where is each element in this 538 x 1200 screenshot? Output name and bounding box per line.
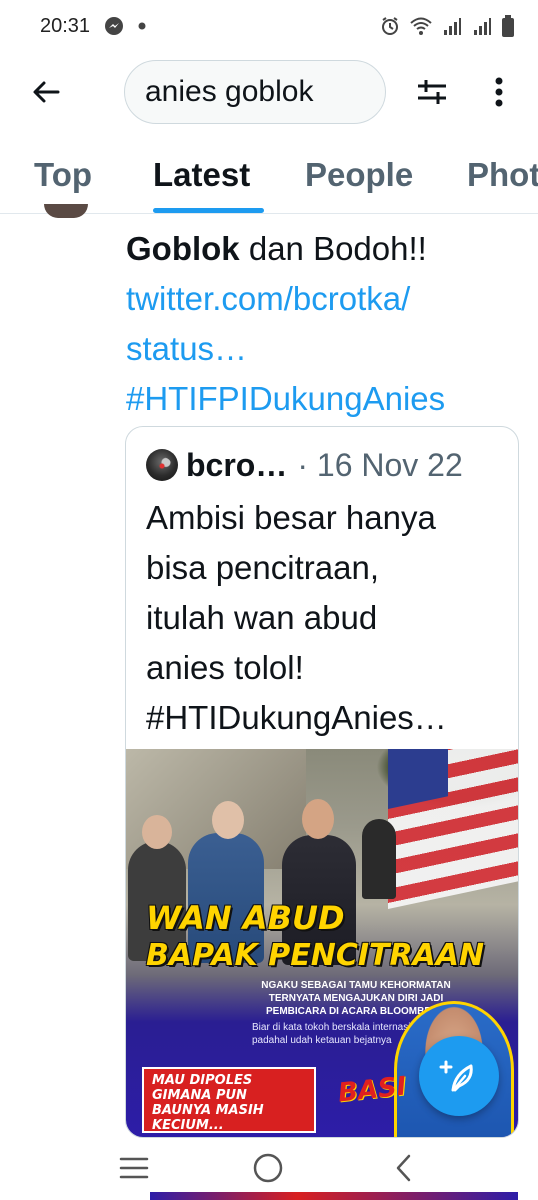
- battery-icon: [502, 15, 514, 37]
- messenger-icon: [104, 16, 124, 36]
- image-headline: WAN ABUD BAPAK PENCITRAAN: [146, 899, 484, 975]
- search-tabs: Top Latest People Photos: [0, 132, 538, 214]
- avatar[interactable]: [44, 204, 88, 218]
- active-tab-indicator: [153, 208, 264, 213]
- status-right-icons: [380, 15, 514, 37]
- tweet-text-rest: dan Bodoh!!: [239, 230, 427, 267]
- tab-photos[interactable]: Photos: [467, 156, 538, 194]
- image-subtitle-line: TERNYATA MENGAJUKAN DIRI JADI: [268, 993, 444, 1004]
- recents-button[interactable]: [114, 1148, 154, 1188]
- search-filter-button[interactable]: [412, 72, 452, 112]
- tweet-text-bold: Goblok: [126, 230, 240, 267]
- image-person-head: [302, 799, 334, 839]
- image-person-head: [212, 801, 244, 839]
- tweet-text[interactable]: Goblok dan Bodoh!! twitter.com/bcrotka/ …: [126, 224, 526, 424]
- tab-top[interactable]: Top: [34, 156, 92, 194]
- status-time: 20:31: [40, 14, 91, 37]
- image-subtitle-line: NGAKU SEBAGAI TAMU KEHORMATAN: [261, 980, 451, 991]
- more-options-button[interactable]: [484, 72, 514, 112]
- image-red-box-line: KECIUM...: [152, 1118, 224, 1133]
- system-back-button[interactable]: [384, 1148, 424, 1188]
- search-header: anies goblok: [0, 52, 538, 132]
- quoted-tweet-header: bcro… · 16 Nov 22: [146, 445, 506, 485]
- quoted-tweet-text: Ambisi besar hanya bisa pencitraan, itul…: [146, 493, 506, 743]
- tweet-link-line2[interactable]: status…: [126, 324, 526, 374]
- quoted-line: itulah wan abud: [146, 599, 378, 636]
- sliders-icon: [418, 80, 446, 104]
- dot-icon: [138, 22, 146, 30]
- compose-tweet-button[interactable]: [419, 1036, 499, 1116]
- recents-icon: [119, 1157, 149, 1179]
- status-left-icons: [104, 16, 146, 36]
- image-red-box: MAU DIPOLES GIMANA PUN BAUNYA MASIH KECI…: [142, 1067, 316, 1133]
- back-button[interactable]: [26, 72, 66, 112]
- quoted-line: #HTIDukungAnies…: [146, 699, 447, 736]
- arrow-left-icon: [33, 81, 60, 103]
- compose-feather-icon: [439, 1060, 473, 1092]
- home-button[interactable]: [248, 1148, 288, 1188]
- search-query: anies goblok: [145, 75, 314, 108]
- home-circle-icon: [253, 1153, 283, 1183]
- quoted-line: anies tolol!: [146, 649, 304, 686]
- next-tweet-image-edge: [150, 1192, 518, 1200]
- search-input[interactable]: anies goblok: [124, 60, 386, 124]
- quoted-avatar: [146, 449, 178, 481]
- signal-icon: [472, 16, 492, 36]
- quoted-author-name: bcro…: [186, 446, 288, 483]
- image-person: [362, 819, 396, 899]
- quoted-line: Ambisi besar hanya: [146, 499, 436, 536]
- quoted-tweet-card[interactable]: bcro… · 16 Nov 22 Ambisi besar hanya bis…: [125, 426, 519, 1138]
- alarm-icon: [380, 16, 400, 36]
- image-headline-line1: WAN ABUD: [146, 899, 345, 937]
- quoted-date: · 16 Nov 22: [297, 446, 463, 483]
- tweet-hashtag[interactable]: #HTIFPIDukungAnies: [126, 374, 526, 424]
- status-bar: 20:31: [0, 0, 538, 52]
- image-headline-line2: BAPAK PENCITRAAN: [146, 938, 485, 973]
- quoted-line: bisa pencitraan,: [146, 549, 379, 586]
- image-red-box-line: BAUNYA MASIH: [152, 1103, 264, 1118]
- image-red-box-line: MAU DIPOLES: [152, 1073, 253, 1088]
- back-chevron-icon: [396, 1154, 411, 1182]
- system-nav-bar: [0, 1140, 538, 1192]
- image-red-box-line: GIMANA PUN: [152, 1088, 247, 1103]
- tab-latest[interactable]: Latest: [153, 156, 250, 194]
- image-person-head: [142, 815, 172, 849]
- more-vertical-icon: [495, 77, 503, 107]
- signal-icon: [442, 16, 462, 36]
- wifi-icon: [410, 16, 432, 36]
- tweet-link-line1[interactable]: twitter.com/bcrotka/: [126, 274, 526, 324]
- tab-people[interactable]: People: [305, 156, 413, 194]
